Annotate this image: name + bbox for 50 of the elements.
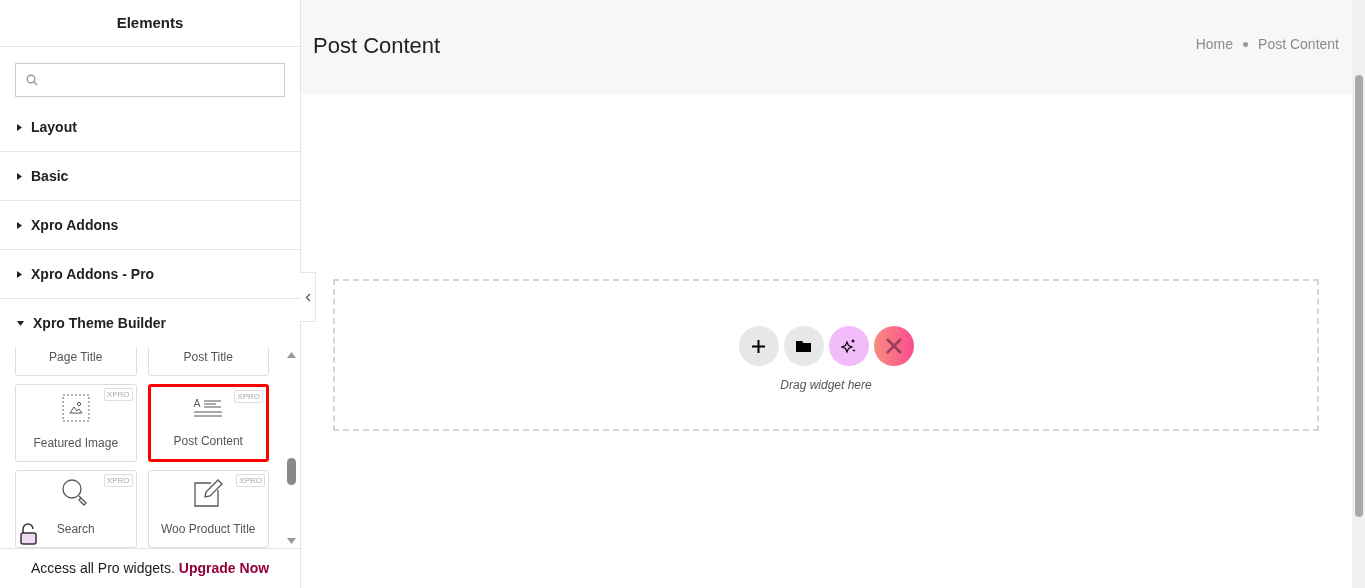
category-item[interactable]: Xpro Addons - Pro: [0, 250, 300, 299]
widget-label: Post Title: [183, 349, 233, 366]
scrollbar-thumb[interactable]: [286, 458, 296, 485]
caret-down-icon: [17, 321, 24, 326]
category-item[interactable]: Basic: [0, 152, 300, 201]
cross-icon: [884, 337, 903, 355]
image-icon: [61, 394, 90, 422]
chevron-left-icon: [304, 292, 311, 302]
addon-button[interactable]: [873, 326, 914, 366]
template-button[interactable]: [783, 326, 824, 366]
folder-icon: [796, 340, 811, 352]
scroll-up-icon[interactable]: [286, 352, 296, 358]
search-icon: [26, 74, 38, 86]
sparkle-icon: [840, 338, 857, 354]
widget-label: Page Title: [49, 349, 103, 366]
widget-label: Woo Product Title: [161, 521, 256, 538]
category-item[interactable]: Xpro Addons: [0, 201, 300, 250]
pro-badge: XPRO: [103, 474, 133, 487]
page-scrollbar[interactable]: [1352, 0, 1365, 588]
category-item[interactable]: Layout: [0, 103, 300, 152]
ai-button[interactable]: [828, 326, 869, 366]
panel-title: Elements: [116, 12, 184, 33]
pro-badge: XPRO: [103, 388, 133, 401]
widget-card[interactable]: XPRO Search: [15, 470, 137, 548]
drop-hint: Drag widget here: [780, 377, 872, 394]
caret-right-icon: [17, 270, 22, 278]
promo-text: Access all Pro widgets.: [30, 559, 175, 578]
caret-right-icon: [17, 172, 22, 180]
caret-right-icon: [17, 123, 22, 131]
pro-badge: XPRO: [236, 474, 265, 487]
widget-label: Search: [56, 521, 95, 538]
widget-card[interactable]: Post Title: [147, 348, 269, 376]
caret-right-icon: [17, 221, 22, 229]
add-button[interactable]: [738, 326, 779, 366]
widget-label: Post Content: [173, 433, 243, 450]
pro-badge: XPRO: [234, 390, 263, 403]
widget-card[interactable]: XPRO Post Content: [147, 384, 269, 462]
widget-card[interactable]: XPRO Featured Image: [15, 384, 137, 462]
upgrade-link[interactable]: Upgrade Now: [178, 558, 270, 579]
scroll-down-icon[interactable]: [286, 538, 296, 544]
collapse-panel-button[interactable]: [300, 272, 316, 322]
search-field[interactable]: [15, 63, 285, 97]
widget-card[interactable]: XPRO Woo Product Title: [147, 470, 269, 548]
widget-card[interactable]: Page Title: [15, 348, 137, 376]
widget-label: Featured Image: [33, 435, 119, 452]
category-item[interactable]: Xpro Theme Builder: [0, 299, 300, 348]
plus-icon: [752, 339, 765, 353]
edit-icon: [193, 478, 224, 508]
page-title: Post Content: [313, 32, 441, 60]
text-lines-icon: [193, 398, 224, 420]
